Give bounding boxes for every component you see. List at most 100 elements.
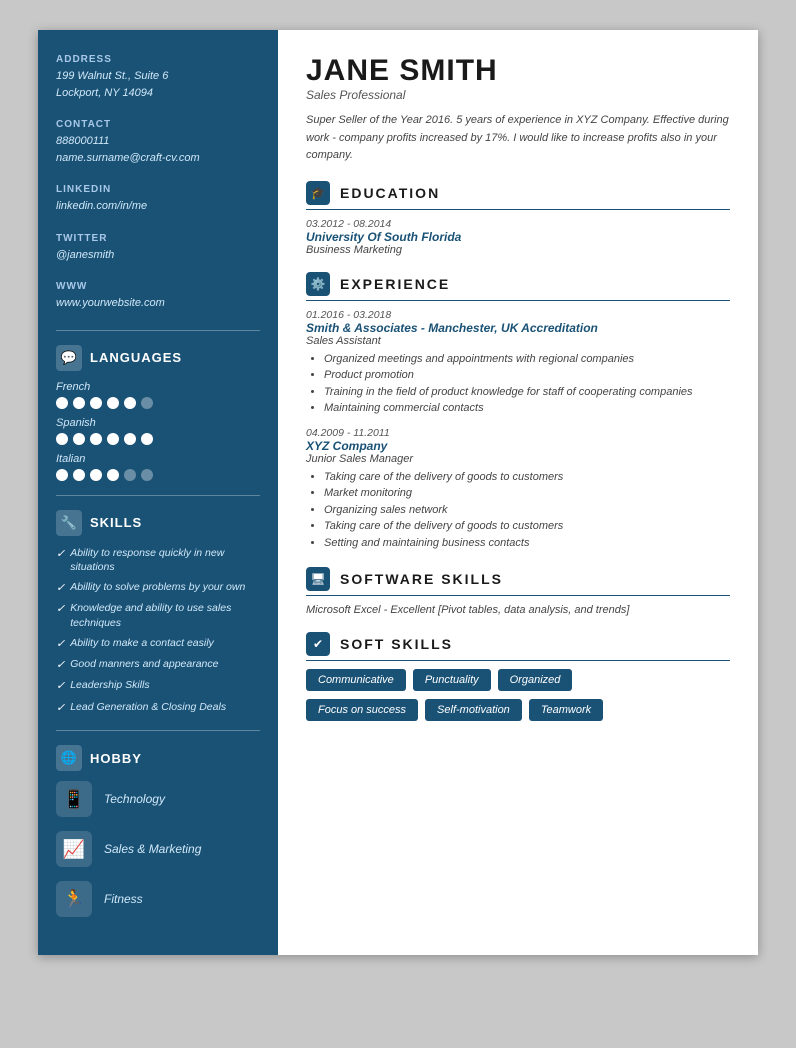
list-item: Maintaining commercial contacts [324,400,730,417]
contact-label: CONTACT [56,119,260,130]
software-text: Microsoft Excel - Excellent [Pivot table… [306,604,730,616]
education-title: EDUCATION [340,185,440,201]
exp-item-2: 04.2009 - 11.2011 XYZ Company Junior Sal… [306,427,730,552]
twitter-label: TWITTER [56,233,260,244]
dot [56,397,68,409]
hobby-icon: 🌐 [56,745,82,771]
skill-item: ✓ Leadership Skills [56,678,260,694]
www-label: WWW [56,281,260,292]
skill-item: ✓Abillity to solve problems by your own [56,580,260,596]
skills-header: 🔧 SKILLS [56,510,260,536]
hobby-title: HOBBY [90,751,142,766]
soft-skill-focus: Focus on success [306,699,418,721]
exp-bullets-1: Organized meetings and appointments with… [306,351,730,417]
soft-skill-self-motivation: Self-motivation [425,699,522,721]
address-value: 199 Walnut St., Suite 6Lockport, NY 1409… [56,68,260,101]
dot [90,397,102,409]
dot-empty [141,397,153,409]
dot-empty [124,469,136,481]
experience-icon: ⚙️ [306,272,330,296]
exp-company-1: Smith & Associates - Manchester, UK Accr… [306,321,730,335]
lang-spanish-label: Spanish [56,417,260,429]
experience-section: ⚙️ EXPERIENCE 01.2016 - 03.2018 Smith & … [306,272,730,552]
candidate-name: JANE SMITH [306,54,730,88]
check-icon: ✓ [56,679,65,694]
hobby-fitness: 🏃 Fitness [56,881,260,917]
dot-empty [141,469,153,481]
exp-bullets-2: Taking care of the delivery of goods to … [306,469,730,552]
languages-section: 💬 LANGUAGES French Spanish [56,345,260,481]
header-section: JANE SMITH Sales Professional Super Sell… [306,54,730,165]
soft-skills-title: SOFT SKILLS [340,636,453,652]
check-icon: ✓ [56,602,65,617]
sales-icon: 📈 [56,831,92,867]
skills-list: ✓Ability to response quickly in new situ… [56,546,260,717]
dot [124,397,136,409]
experience-title: EXPERIENCE [340,276,450,292]
skill-item: ✓Ability to make a contact easily [56,636,260,652]
dot [107,433,119,445]
exp-date-1: 01.2016 - 03.2018 [306,309,730,321]
exp-date-2: 04.2009 - 11.2011 [306,427,730,439]
list-item: Training in the field of product knowled… [324,384,730,401]
www-section: WWW www.yourwebsite.com [56,281,260,312]
languages-header: 💬 LANGUAGES [56,345,260,371]
list-item: Organized meetings and appointments with… [324,351,730,368]
dot [107,469,119,481]
skill-item: ✓Ability to response quickly in new situ… [56,546,260,575]
fitness-icon: 🏃 [56,881,92,917]
soft-skill-teamwork: Teamwork [529,699,603,721]
dot [107,397,119,409]
candidate-summary: Super Seller of the Year 2016. 5 years o… [306,112,730,165]
language-french: French [56,381,260,409]
linkedin-value: linkedin.com/in/me [56,198,260,215]
dot [73,397,85,409]
edu-school: University Of South Florida [306,230,730,244]
edu-date: 03.2012 - 08.2014 [306,218,730,230]
check-icon: ✓ [56,637,65,652]
check-icon: ✓ [56,658,65,673]
soft-skill-communicative: Communicative [306,669,406,691]
dot [141,433,153,445]
skills-icon: 🔧 [56,510,82,536]
education-icon: 🎓 [306,181,330,205]
skill-text: Leadership Skills [70,678,149,693]
dot [90,469,102,481]
skill-item: ✓Good manners and appearance [56,657,260,673]
linkedin-label: LINKEDIN [56,184,260,195]
exp-item-1: 01.2016 - 03.2018 Smith & Associates - M… [306,309,730,417]
linkedin-section: LINKEDIN linkedin.com/in/me [56,184,260,215]
experience-header: ⚙️ EXPERIENCE [306,272,730,301]
language-spanish: Spanish [56,417,260,445]
skill-item: ✓ Knowledge and ability to use sales tech… [56,601,260,630]
dot [73,433,85,445]
software-title: SOFTWARE SKILLS [340,571,503,587]
exp-role-2: Junior Sales Manager [306,453,730,465]
hobby-fitness-label: Fitness [104,892,143,906]
hobby-header: 🌐 HOBBY [56,745,260,771]
soft-skill-organized: Organized [498,669,573,691]
hobby-technology: 📱 Technology [56,781,260,817]
dot [124,433,136,445]
dot [90,433,102,445]
twitter-section: TWITTER @janesmith [56,233,260,264]
skill-text: Knowledge and ability to use sales techn… [70,601,260,630]
exp-role-1: Sales Assistant [306,335,730,347]
address-section: ADDRESS 199 Walnut St., Suite 6Lockport,… [56,54,260,101]
language-italian: Italian [56,453,260,481]
edu-degree: Business Marketing [306,244,730,256]
dot [56,433,68,445]
main-content: JANE SMITH Sales Professional Super Sell… [278,30,758,955]
soft-skills-header: ✔ SOFT SKILLS [306,632,730,661]
soft-skills-row-2: Focus on success Self-motivation Teamwor… [306,699,730,721]
software-header: 🖥 SOFTWARE SKILLS [306,567,730,596]
soft-skills-icon: ✔ [306,632,330,656]
list-item: Taking care of the delivery of goods to … [324,518,730,535]
soft-skills-row-1: Communicative Punctuality Organized [306,669,730,691]
www-value: www.yourwebsite.com [56,295,260,312]
software-section: 🖥 SOFTWARE SKILLS Microsoft Excel - Exce… [306,567,730,616]
education-section: 🎓 EDUCATION 03.2012 - 08.2014 University… [306,181,730,256]
check-icon: ✓ [56,581,65,596]
skills-section: 🔧 SKILLS ✓Ability to response quickly in… [56,510,260,717]
soft-skills-section: ✔ SOFT SKILLS Communicative Punctuality … [306,632,730,721]
